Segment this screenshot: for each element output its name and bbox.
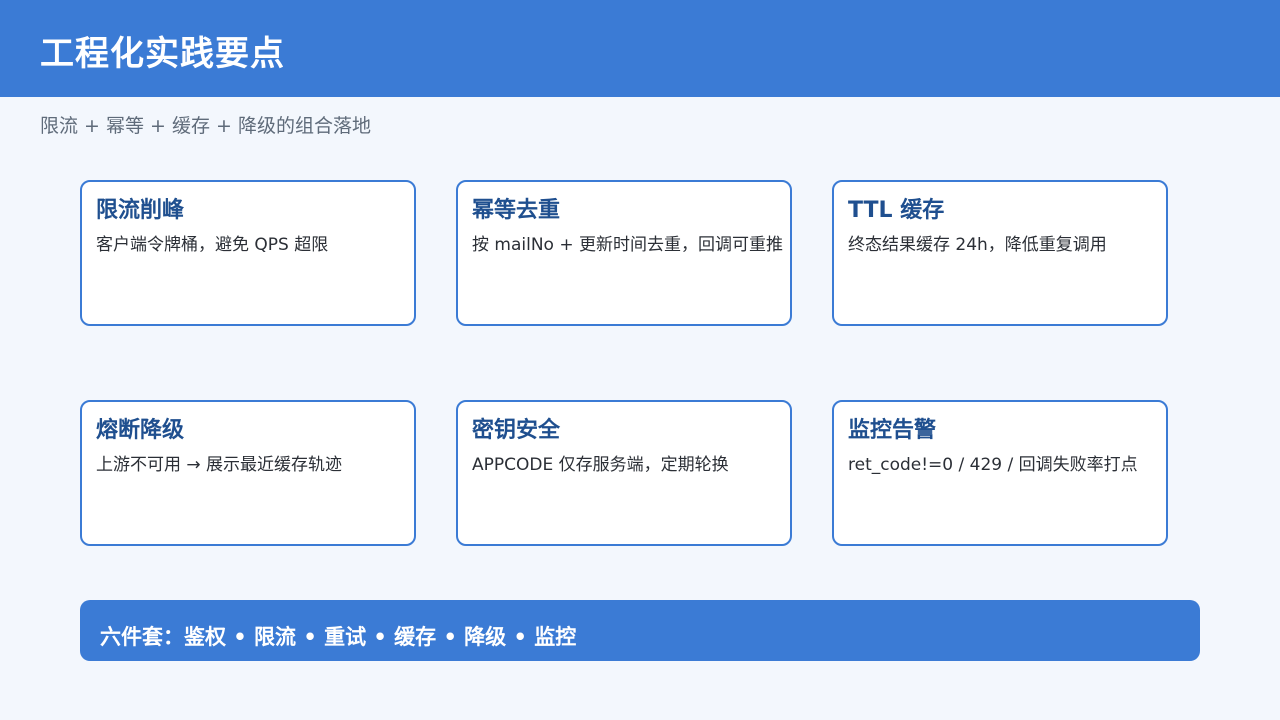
card-body: 上游不可用 → 展示最近缓存轨迹 (96, 455, 343, 475)
card-idempotent-dedup: 幂等去重 按 mailNo + 更新时间去重，回调可重推 (456, 180, 792, 326)
card-key-security: 密钥安全 APPCODE 仅存服务端，定期轮换 (456, 400, 792, 546)
card-rate-limiting: 限流削峰 客户端令牌桶，避免 QPS 超限 (80, 180, 416, 326)
card-ttl-cache: TTL 缓存 终态结果缓存 24h，降低重复调用 (832, 180, 1168, 326)
card-title: 密钥安全 (472, 418, 561, 443)
card-monitoring-alerts: 监控告警 ret_code!=0 / 429 / 回调失败率打点 (832, 400, 1168, 546)
page-subtitle: 限流 + 幂等 + 缓存 + 降级的组合落地 (40, 115, 371, 137)
card-title: 幂等去重 (472, 198, 561, 223)
card-body: APPCODE 仅存服务端，定期轮换 (472, 455, 729, 475)
header-bar: 工程化实践要点 (0, 0, 1280, 97)
card-title: 限流削峰 (96, 198, 185, 223)
card-circuit-breaker: 熔断降级 上游不可用 → 展示最近缓存轨迹 (80, 400, 416, 546)
card-title: TTL 缓存 (848, 198, 945, 223)
page-title: 工程化实践要点 (40, 34, 285, 74)
summary-text: 六件套：鉴权 • 限流 • 重试 • 缓存 • 降级 • 监控 (100, 625, 577, 649)
summary-banner: 六件套：鉴权 • 限流 • 重试 • 缓存 • 降级 • 监控 (80, 600, 1200, 661)
card-body: 终态结果缓存 24h，降低重复调用 (848, 235, 1107, 255)
card-body: 客户端令牌桶，避免 QPS 超限 (96, 235, 329, 255)
card-body: 按 mailNo + 更新时间去重，回调可重推 (472, 235, 783, 255)
card-title: 监控告警 (848, 418, 937, 443)
card-body: ret_code!=0 / 429 / 回调失败率打点 (848, 455, 1138, 475)
card-title: 熔断降级 (96, 418, 185, 443)
